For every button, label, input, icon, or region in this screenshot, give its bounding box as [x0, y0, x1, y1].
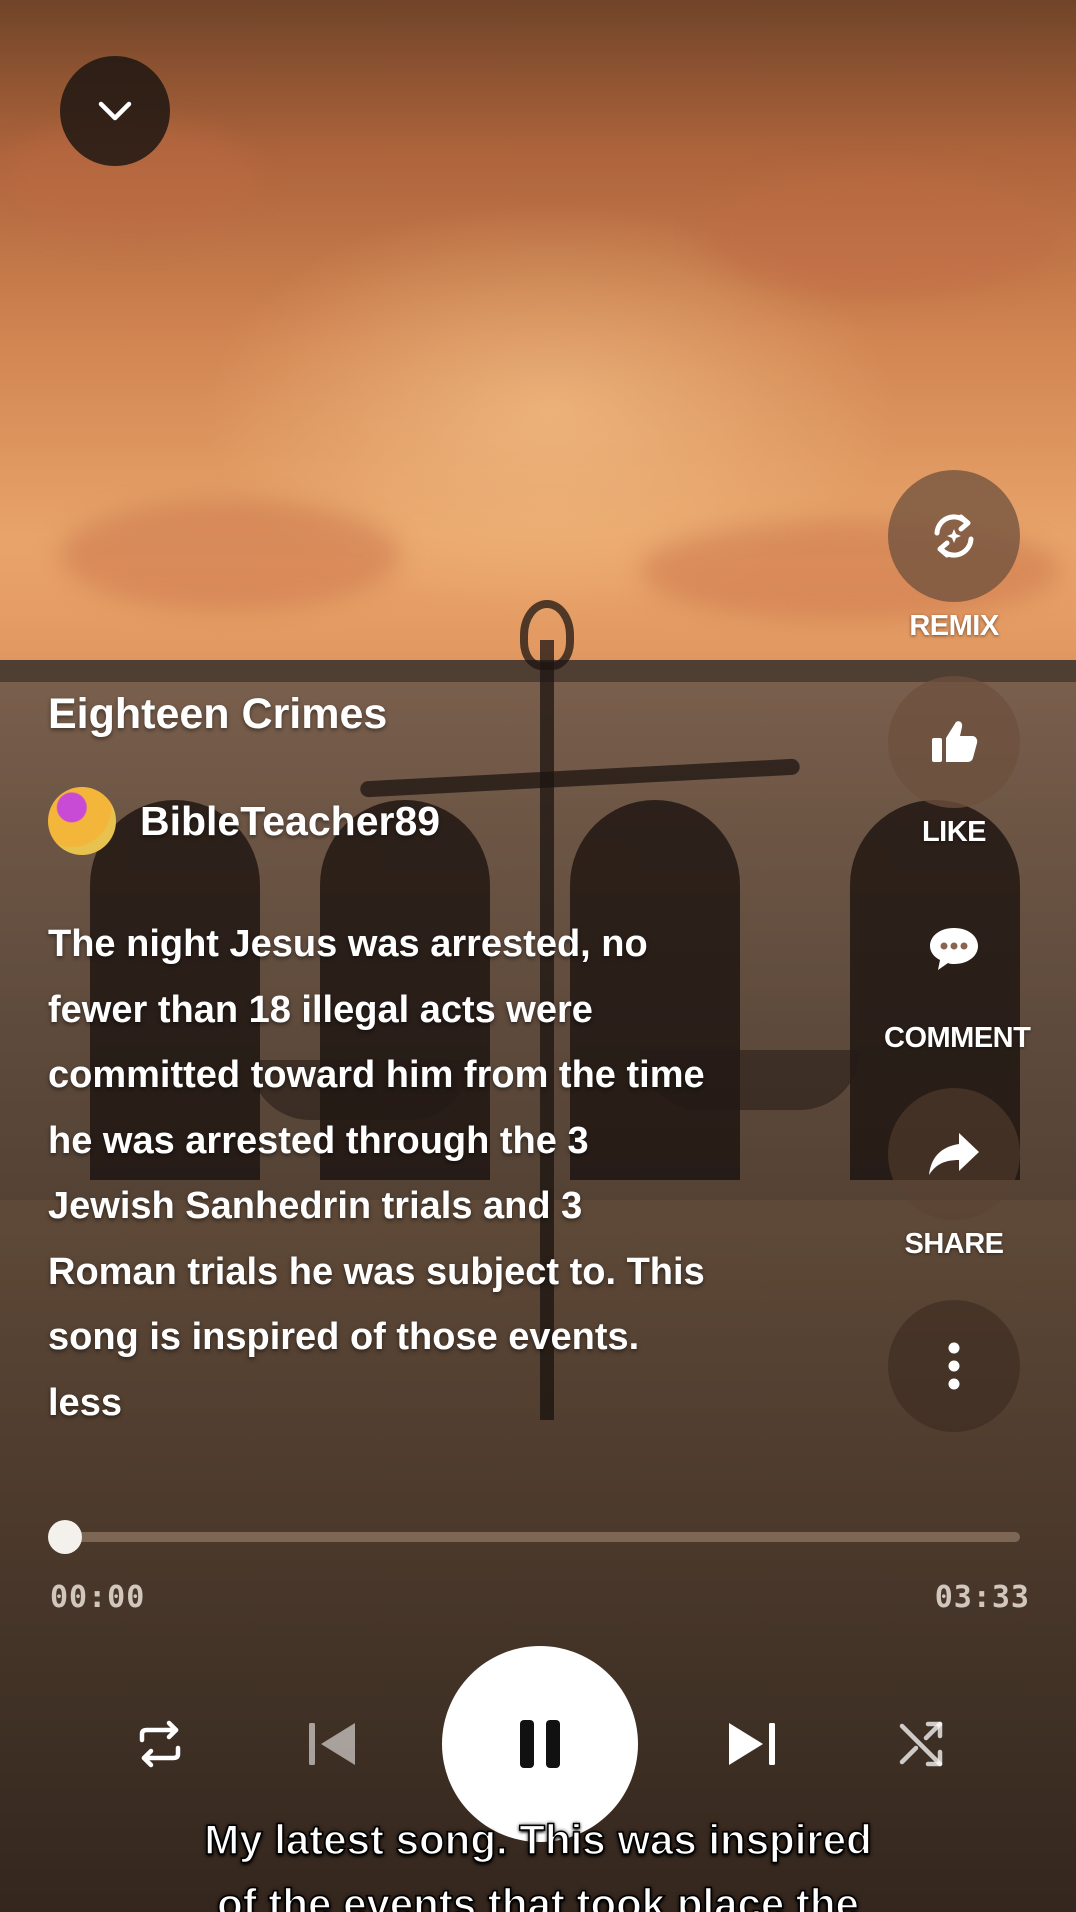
video-caption: My latest song. This was inspired of the…: [0, 1808, 1076, 1912]
like-button[interactable]: LIKE: [884, 676, 1024, 849]
comment-icon: [930, 928, 978, 970]
caption-line: My latest song. This was inspired: [204, 1815, 873, 1864]
shuffle-button[interactable]: [892, 1714, 952, 1774]
more-options-button[interactable]: [884, 1300, 1024, 1432]
previous-icon: [309, 1723, 355, 1765]
share-button[interactable]: SHARE: [884, 1088, 1024, 1261]
share-arrow-icon: [929, 1133, 979, 1175]
description-line: fewer than 18 illegal acts were: [48, 988, 593, 1031]
artist-row[interactable]: BibleTeacher89: [48, 786, 440, 856]
share-label: SHARE: [904, 1228, 1004, 1260]
thumbs-up-icon: [932, 721, 978, 762]
repeat-button[interactable]: [130, 1714, 190, 1774]
caption-line: of the events that took place the: [216, 1879, 859, 1912]
progress-bar[interactable]: [64, 1532, 1020, 1542]
description-line: Jewish Sanhedrin trials and 3: [48, 1185, 583, 1227]
artist-name[interactable]: BibleTeacher89: [140, 798, 440, 845]
chevron-down-icon: [98, 101, 132, 121]
description-line: The night Jesus was arrested, no: [48, 923, 648, 965]
pause-icon: [520, 1720, 560, 1768]
player-screen: REMIX LIKE COMMENT SHARE Eighteen Crimes…: [0, 0, 1076, 1912]
comment-button[interactable]: COMMENT: [884, 882, 1031, 1055]
next-button[interactable]: [722, 1714, 782, 1774]
progress-handle[interactable]: [48, 1520, 82, 1554]
remix-button[interactable]: REMIX: [884, 470, 1024, 643]
comment-label: COMMENT: [884, 1022, 1031, 1054]
like-label: LIKE: [921, 816, 987, 848]
less-toggle[interactable]: less: [48, 1371, 848, 1437]
current-time: 00:00: [50, 1580, 146, 1615]
repeat-icon: [139, 1720, 181, 1768]
total-time: 03:33: [934, 1580, 1030, 1615]
description-line: Roman trials he was subject to. This: [48, 1250, 705, 1293]
artist-avatar[interactable]: [48, 787, 116, 855]
description-line: he was arrested through the 3: [48, 1119, 589, 1162]
remix-label: REMIX: [909, 610, 999, 642]
description-line: committed toward him from the time: [48, 1054, 705, 1096]
previous-button[interactable]: [302, 1714, 362, 1774]
collapse-button[interactable]: [60, 56, 170, 166]
shuffle-icon: [899, 1721, 943, 1767]
remix-icon: [934, 514, 974, 558]
description-line: song is inspired of those events.: [48, 1316, 640, 1358]
next-icon: [729, 1723, 775, 1765]
song-description: The night Jesus was arrested, no fewer t…: [48, 912, 848, 1436]
song-title: Eighteen Crimes: [48, 690, 388, 738]
more-vertical-icon: [948, 1342, 960, 1390]
